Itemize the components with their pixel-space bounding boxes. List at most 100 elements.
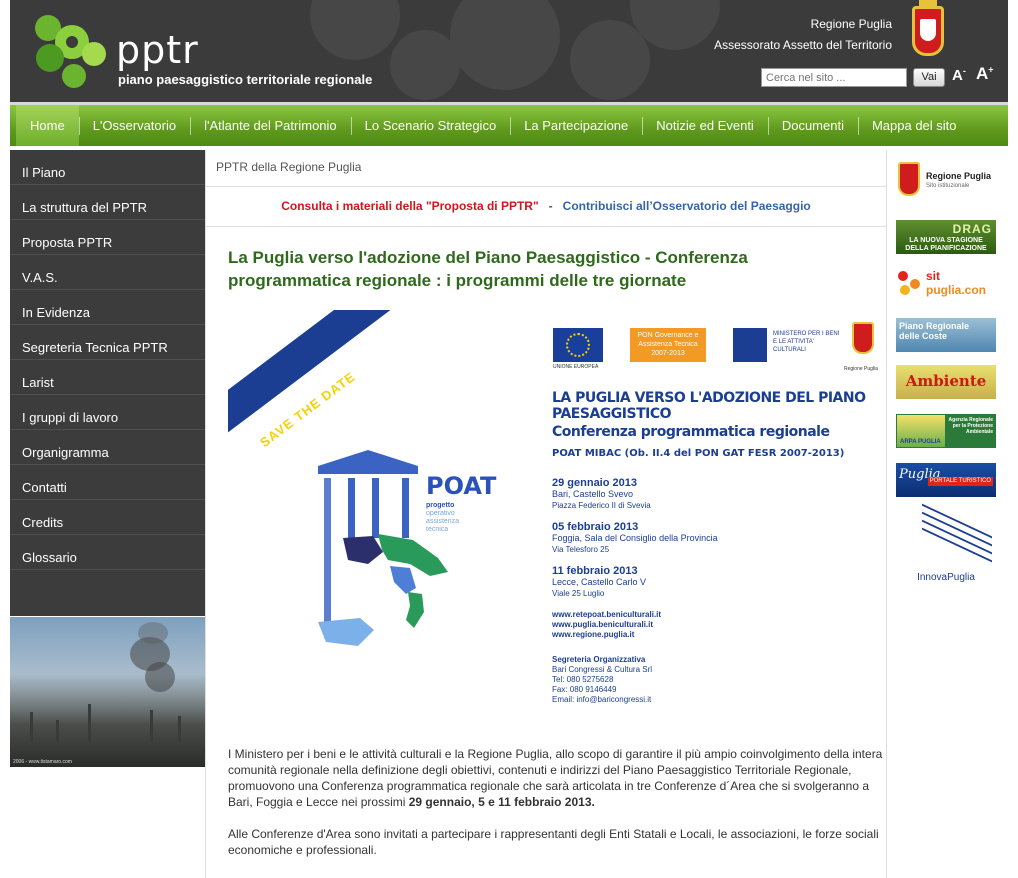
nav-item-mappa[interactable]: Mappa del sito — [857, 105, 971, 146]
banner-label: InnovaPuglia — [917, 572, 975, 583]
nav-item-notizie[interactable]: Notizie ed Eventi — [642, 105, 768, 146]
banner-label: ARPA PUGLIA — [900, 439, 941, 445]
region-info: Regione Puglia Assessorato Assetto del T… — [714, 14, 892, 56]
temple-roof-icon — [318, 450, 418, 466]
poster-title-line2: Conferenza programmatica regionale — [552, 424, 830, 440]
event-lecce: 11 febbraio 2013 Lecce, Castello Carlo V… — [552, 566, 646, 599]
font-decrease-label: A — [952, 67, 963, 84]
event-poster[interactable]: SAVE THE DATE UNIONE EUROPEA PON Governa… — [228, 310, 884, 710]
regione-puglia-crest-icon — [912, 0, 944, 56]
temple-column — [348, 478, 355, 538]
link-proposta-pptr[interactable]: Consulta i materiali della "Proposta di … — [281, 199, 538, 213]
mibac-mark-icon — [733, 328, 767, 362]
banner-portale-turistico[interactable]: Puglia PORTALE TURISTICO — [896, 463, 996, 497]
event-place: Foggia, Sala del Consiglio della Provinc… — [552, 533, 718, 543]
search-button[interactable]: Vai — [913, 68, 945, 87]
article-body: I Ministero per i beni e le attività cul… — [228, 746, 888, 874]
secretariat-line: Fax: 080 9146449 — [552, 685, 617, 694]
nav-item-osservatorio[interactable]: L'Osservatorio — [78, 105, 190, 146]
innova-wave-icon — [922, 511, 992, 547]
divider — [206, 226, 886, 227]
banner-drag[interactable]: DRAG LA NUOVA STAGIONE DELLA PIANIFICAZI… — [896, 220, 996, 254]
event-date: 11 febbraio 2013 — [552, 565, 638, 577]
temple-column — [402, 478, 409, 538]
event-foggia: 05 febbraio 2013 Foggia, Sala del Consig… — [552, 522, 718, 555]
nav-item-atlante[interactable]: l'Atlante del Patrimonio — [190, 105, 351, 146]
main-navigation: Home L'Osservatorio l'Atlante del Patrim… — [10, 102, 1008, 146]
font-increase-button[interactable]: A+ — [976, 64, 994, 84]
poster-links: www.retepoat.beniculturali.it www.puglia… — [552, 610, 661, 640]
event-date: 29 gennaio 2013 — [552, 477, 637, 489]
sidebar-item-segreteria[interactable]: Segreteria Tecnica PPTR — [10, 325, 205, 360]
banner-label: Regione Puglia — [926, 171, 992, 181]
arpa-rainbow-icon: ARPA PUGLIA — [897, 415, 945, 447]
font-increase-label: A — [976, 64, 989, 83]
event-detail: Piazza Federico II di Svevia — [552, 501, 651, 510]
eu-caption: UNIONE EUROPEA — [553, 364, 599, 370]
nav-item-documenti[interactable]: Documenti — [767, 105, 858, 146]
banner-regione-puglia[interactable]: Regione Puglia Sito istituzionale — [896, 160, 996, 202]
poster-link: www.puglia.beniculturali.it — [552, 620, 654, 629]
pptr-logo[interactable]: pptr piano paesaggistico territoriale re… — [28, 10, 388, 94]
main-content: PPTR della Regione Puglia Consulta i mat… — [205, 150, 887, 878]
poster-secretariat: Segreteria Organizzativa Bari Congressi … — [552, 655, 652, 705]
font-decrease-button[interactable]: A- — [952, 66, 966, 84]
sidebar-item-il-piano[interactable]: Il Piano — [10, 150, 205, 185]
landscape-photo: 2006 - www.tistamaro.com — [10, 617, 205, 767]
sidebar-item-gruppi[interactable]: I gruppi di lavoro — [10, 395, 205, 430]
divider — [206, 186, 886, 187]
banner-innovapuglia[interactable]: InnovaPuglia — [896, 503, 996, 590]
link-osservatorio[interactable]: Contribuisci all’Osservatorio del Paesag… — [563, 199, 811, 213]
right-banners: Regione Puglia Sito istituzionale DRAG L… — [887, 150, 1008, 878]
region-name: Regione Puglia — [810, 17, 892, 31]
sidebar-item-glossario[interactable]: Glossario — [10, 535, 205, 570]
article-paragraph: Alle Conferenze d'Area sono invitati a p… — [228, 827, 879, 857]
sidebar-item-organigramma[interactable]: Organigramma — [10, 430, 205, 465]
poat-graphic: POAT progetto operativo assistenza tecni… — [298, 450, 498, 670]
save-the-date-ribbon: SAVE THE DATE — [228, 310, 408, 450]
nav-item-home[interactable]: Home — [16, 105, 79, 146]
logo-subtitle: piano paesaggistico territoriale regiona… — [118, 72, 373, 87]
poster-link: www.regione.puglia.it — [552, 630, 635, 639]
mibac-logo: MINISTERO PER I BENI E LE ATTIVITA' CULT… — [733, 328, 843, 362]
banner-label: Ambiente — [905, 372, 987, 390]
sidebar-item-proposta[interactable]: Proposta PPTR — [10, 220, 205, 255]
secretariat-line: Tel: 080 5275628 — [552, 675, 614, 684]
sidebar-item-credits[interactable]: Credits — [10, 500, 205, 535]
secretariat-heading: Segreteria Organizzativa — [552, 655, 646, 664]
event-place: Bari, Castello Svevo — [552, 489, 634, 499]
breadcrumb: PPTR della Regione Puglia — [216, 160, 362, 174]
banner-arpa-puglia[interactable]: ARPA PUGLIA Agenzia Regionale per la Pro… — [896, 414, 996, 448]
nav-item-scenario[interactable]: Lo Scenario Strategico — [350, 105, 511, 146]
nav-item-partecipazione[interactable]: La Partecipazione — [510, 105, 642, 146]
poster-link: www.retepoat.beniculturali.it — [552, 610, 662, 619]
banner-sublabel: LA NUOVA STAGIONE DELLA PIANIFICAZIONE — [905, 237, 987, 252]
sidebar-item-vas[interactable]: V.A.S. — [10, 255, 205, 290]
banner-label: sit — [926, 269, 941, 283]
article-title: La Puglia verso l'adozione del Piano Pae… — [228, 248, 748, 290]
photo-credit: 2006 - www.tistamaro.com — [13, 759, 72, 765]
event-date: 05 febbraio 2013 — [552, 521, 639, 533]
poster-title-line3: POAT MIBAC (Ob. II.4 del PON GAT FESR 20… — [552, 448, 845, 459]
font-increase-sign: + — [988, 64, 994, 75]
sidebar-item-contatti[interactable]: Contatti — [10, 465, 205, 500]
sidebar-item-larist[interactable]: Larist — [10, 360, 205, 395]
banner-piano-coste[interactable]: Piano Regionale delle Coste — [896, 318, 996, 352]
article-paragraph: I Ministero per i beni e le attività cul… — [228, 746, 888, 810]
temple-column — [372, 478, 379, 538]
event-place: Lecce, Castello Carlo V — [552, 577, 647, 587]
poat-tag: operativo — [426, 510, 455, 517]
event-detail: Via Telesforo 25 — [552, 545, 610, 554]
sidebar-item-evidenza[interactable]: In Evidenza — [10, 290, 205, 325]
poat-tag: assistenza — [426, 518, 460, 525]
sidebar-item-struttura[interactable]: La struttura del PPTR — [10, 185, 205, 220]
banner-ambiente[interactable]: Ambiente — [896, 365, 996, 399]
sit-dots-icon — [898, 271, 924, 297]
secretariat-line: Bari Congressi & Cultura Srl — [552, 665, 653, 674]
banner-label-line: delle Coste — [899, 331, 948, 341]
banner-sit-puglia[interactable]: sit puglia.con — [896, 267, 996, 301]
header-decoration — [450, 0, 560, 90]
search-input[interactable] — [761, 68, 907, 87]
logo-brand: pptr — [116, 28, 199, 72]
pptr-logo-icon — [35, 15, 106, 88]
